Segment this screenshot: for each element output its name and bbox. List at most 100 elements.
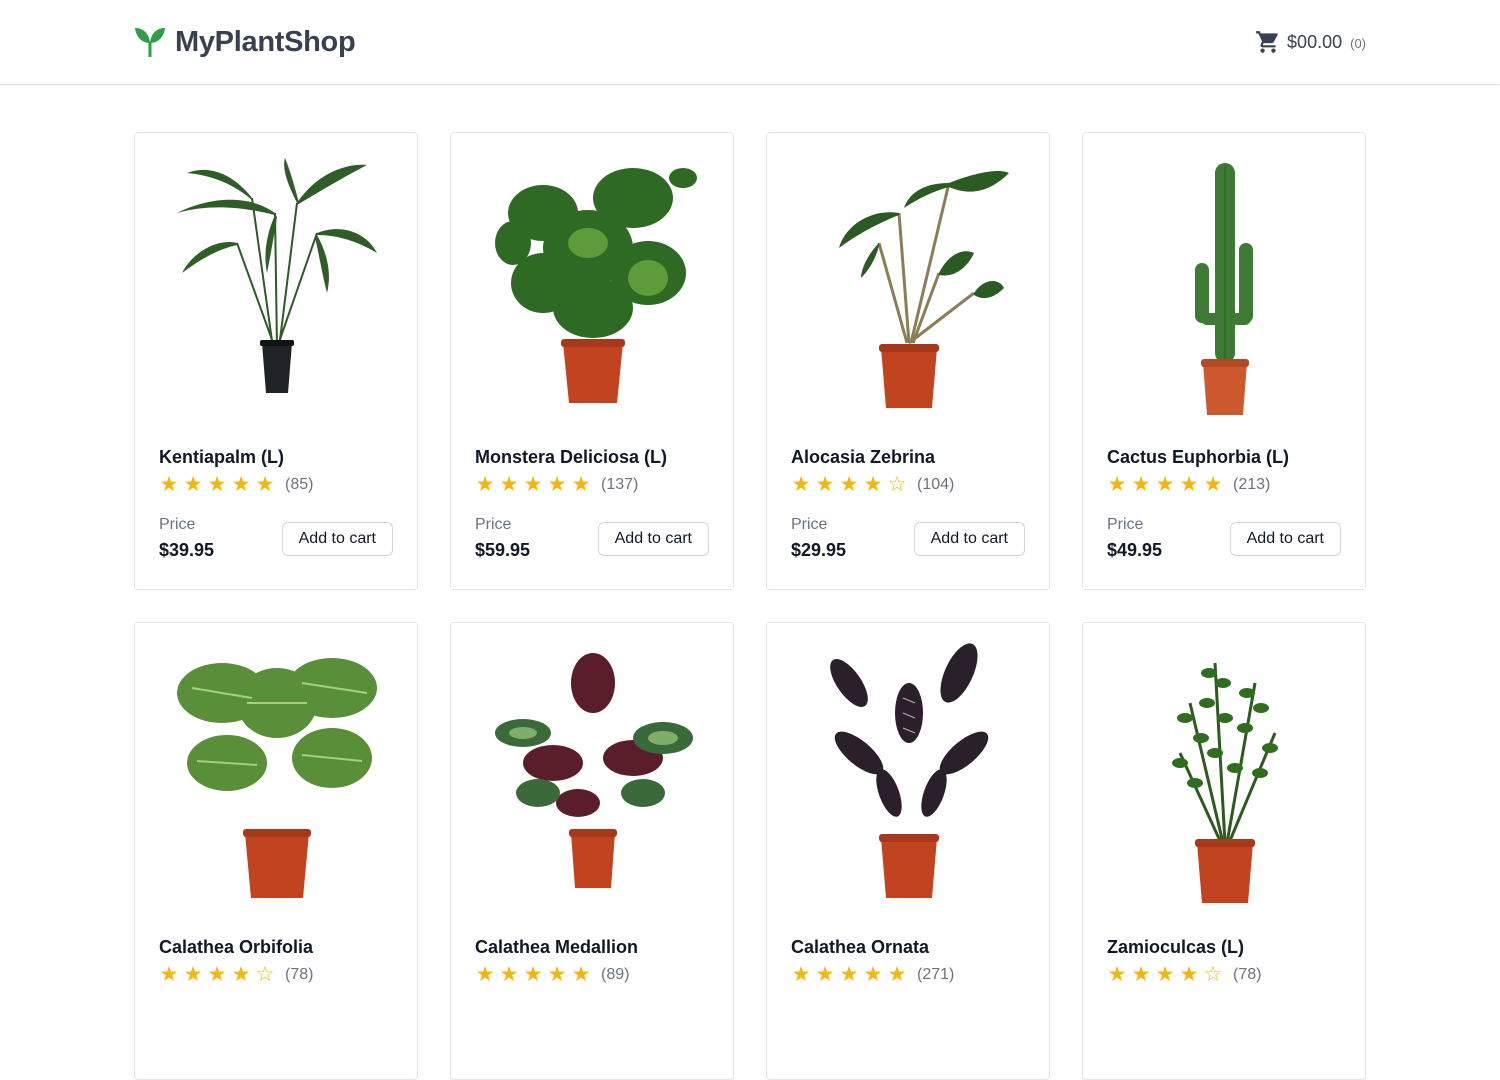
- product-card[interactable]: Alocasia Zebrina ★ ★ ★ ★ ☆ (104) Price $…: [766, 132, 1050, 590]
- product-title[interactable]: Monstera Deliciosa (L): [475, 447, 667, 468]
- sprout-icon: [135, 28, 165, 57]
- star-filled-icon: ★: [1179, 473, 1199, 496]
- logo-link[interactable]: MyPlantShop: [133, 24, 356, 60]
- star-filled-icon: ★: [475, 473, 495, 496]
- product-image[interactable]: [159, 153, 395, 423]
- star-filled-icon: ★: [159, 473, 179, 496]
- logo-text: MyPlantShop: [175, 25, 356, 58]
- star-filled-icon: ★: [523, 473, 543, 496]
- alocasia-image: [839, 171, 1009, 408]
- product-card[interactable]: Cactus Euphorbia (L) ★ ★ ★ ★ ★ (213) Pri…: [1082, 132, 1366, 590]
- price-value: $49.95: [1107, 540, 1163, 560]
- kentiapalm-image: [177, 158, 377, 393]
- product-title[interactable]: Calathea Orbifolia: [159, 937, 313, 958]
- star-filled-icon: ★: [159, 963, 179, 986]
- product-image[interactable]: [791, 643, 1027, 913]
- cart-button[interactable]: $00.00 (0): [1255, 26, 1366, 58]
- rating-count: (89): [601, 966, 630, 983]
- star-filled-icon: ★: [523, 963, 543, 986]
- add-to-cart-button[interactable]: Add to cart: [597, 522, 709, 556]
- calathea-medallion-image: [495, 653, 693, 888]
- star-filled-icon: ★: [571, 473, 591, 496]
- star-filled-icon: ★: [207, 473, 227, 496]
- add-to-cart-button[interactable]: Add to cart: [1229, 522, 1341, 556]
- star-filled-icon: ★: [231, 473, 251, 496]
- rating: ★ ★ ★ ★ ☆ (104): [789, 473, 955, 497]
- rating-count: (78): [1233, 966, 1262, 983]
- star-filled-icon: ★: [863, 473, 883, 496]
- product-grid: Kentiapalm (L) ★ ★ ★ ★ ★ (85) Price $39.…: [134, 132, 1366, 1080]
- product-card[interactable]: Zamioculcas (L) ★ ★ ★ ★ ☆ (78): [1082, 622, 1366, 1080]
- product-image[interactable]: [1107, 153, 1343, 423]
- star-filled-icon: ★: [1155, 963, 1175, 986]
- rating: ★ ★ ★ ★ ★ (85): [157, 473, 314, 497]
- cart-count: (0): [1350, 36, 1366, 51]
- star-filled-icon: ★: [183, 963, 203, 986]
- product-image[interactable]: [791, 153, 1027, 423]
- product-image[interactable]: [475, 153, 711, 423]
- star-filled-icon: ★: [791, 473, 811, 496]
- add-to-cart-button[interactable]: Add to cart: [281, 522, 393, 556]
- product-title[interactable]: Zamioculcas (L): [1107, 937, 1244, 958]
- top-navbar: MyPlantShop $00.00 (0): [0, 0, 1500, 85]
- star-filled-icon: ★: [255, 473, 275, 496]
- product-image[interactable]: [159, 643, 395, 913]
- cart-icon: [1256, 31, 1278, 53]
- rating-count: (271): [917, 966, 955, 983]
- rating-count: (137): [601, 476, 639, 493]
- zamioculcas-image: [1172, 662, 1278, 903]
- rating: ★ ★ ★ ★ ★ (89): [473, 963, 630, 987]
- rating: ★ ★ ★ ★ ☆ (78): [157, 963, 314, 987]
- calathea-orbifolia-image: [177, 658, 377, 898]
- star-filled-icon: ★: [547, 473, 567, 496]
- rating: ★ ★ ★ ★ ★ (213): [1105, 473, 1271, 497]
- price-value: $39.95: [159, 540, 215, 560]
- star-empty-icon: ☆: [887, 473, 907, 496]
- add-to-cart-button[interactable]: Add to cart: [913, 522, 1025, 556]
- star-filled-icon: ★: [499, 963, 519, 986]
- rating-count: (85): [285, 476, 314, 493]
- star-filled-icon: ★: [499, 473, 519, 496]
- star-filled-icon: ★: [547, 963, 567, 986]
- product-card[interactable]: Kentiapalm (L) ★ ★ ★ ★ ★ (85) Price $39.…: [134, 132, 418, 590]
- rating-count: (104): [917, 476, 955, 493]
- product-card[interactable]: Calathea Orbifolia ★ ★ ★ ★ ☆ (78): [134, 622, 418, 1080]
- product-card[interactable]: Monstera Deliciosa (L) ★ ★ ★ ★ ★ (137) P…: [450, 132, 734, 590]
- star-filled-icon: ★: [839, 963, 859, 986]
- star-filled-icon: ★: [815, 473, 835, 496]
- star-filled-icon: ★: [183, 473, 203, 496]
- product-card[interactable]: Calathea Medallion ★ ★ ★ ★ ★ (89): [450, 622, 734, 1080]
- product-title[interactable]: Alocasia Zebrina: [791, 447, 935, 468]
- star-filled-icon: ★: [791, 963, 811, 986]
- star-filled-icon: ★: [1155, 473, 1175, 496]
- star-filled-icon: ★: [1179, 963, 1199, 986]
- star-filled-icon: ★: [231, 963, 251, 986]
- star-filled-icon: ★: [1131, 473, 1151, 496]
- price-label: Price: [791, 516, 828, 533]
- rating-count: (78): [285, 966, 314, 983]
- rating: ★ ★ ★ ★ ★ (137): [473, 473, 639, 497]
- star-filled-icon: ★: [1131, 963, 1151, 986]
- product-image[interactable]: [1107, 643, 1343, 913]
- star-filled-icon: ★: [475, 963, 495, 986]
- star-filled-icon: ★: [1203, 473, 1223, 496]
- product-title[interactable]: Calathea Ornata: [791, 937, 929, 958]
- calathea-ornata-image: [830, 643, 989, 898]
- price-label: Price: [159, 516, 196, 533]
- price-value: $59.95: [475, 540, 531, 560]
- product-card[interactable]: Calathea Ornata ★ ★ ★ ★ ★ (271): [766, 622, 1050, 1080]
- star-filled-icon: ★: [207, 963, 227, 986]
- price-label: Price: [1107, 516, 1144, 533]
- star-filled-icon: ★: [1107, 473, 1127, 496]
- product-title[interactable]: Kentiapalm (L): [159, 447, 284, 468]
- product-image[interactable]: [475, 643, 711, 913]
- product-title[interactable]: Cactus Euphorbia (L): [1107, 447, 1289, 468]
- star-filled-icon: ★: [571, 963, 591, 986]
- price-value: $29.95: [791, 540, 847, 560]
- cactus-image: [1195, 163, 1253, 415]
- star-filled-icon: ★: [1107, 963, 1127, 986]
- product-title[interactable]: Calathea Medallion: [475, 937, 638, 958]
- star-empty-icon: ☆: [255, 963, 275, 986]
- star-filled-icon: ★: [863, 963, 883, 986]
- monstera-image: [495, 168, 697, 403]
